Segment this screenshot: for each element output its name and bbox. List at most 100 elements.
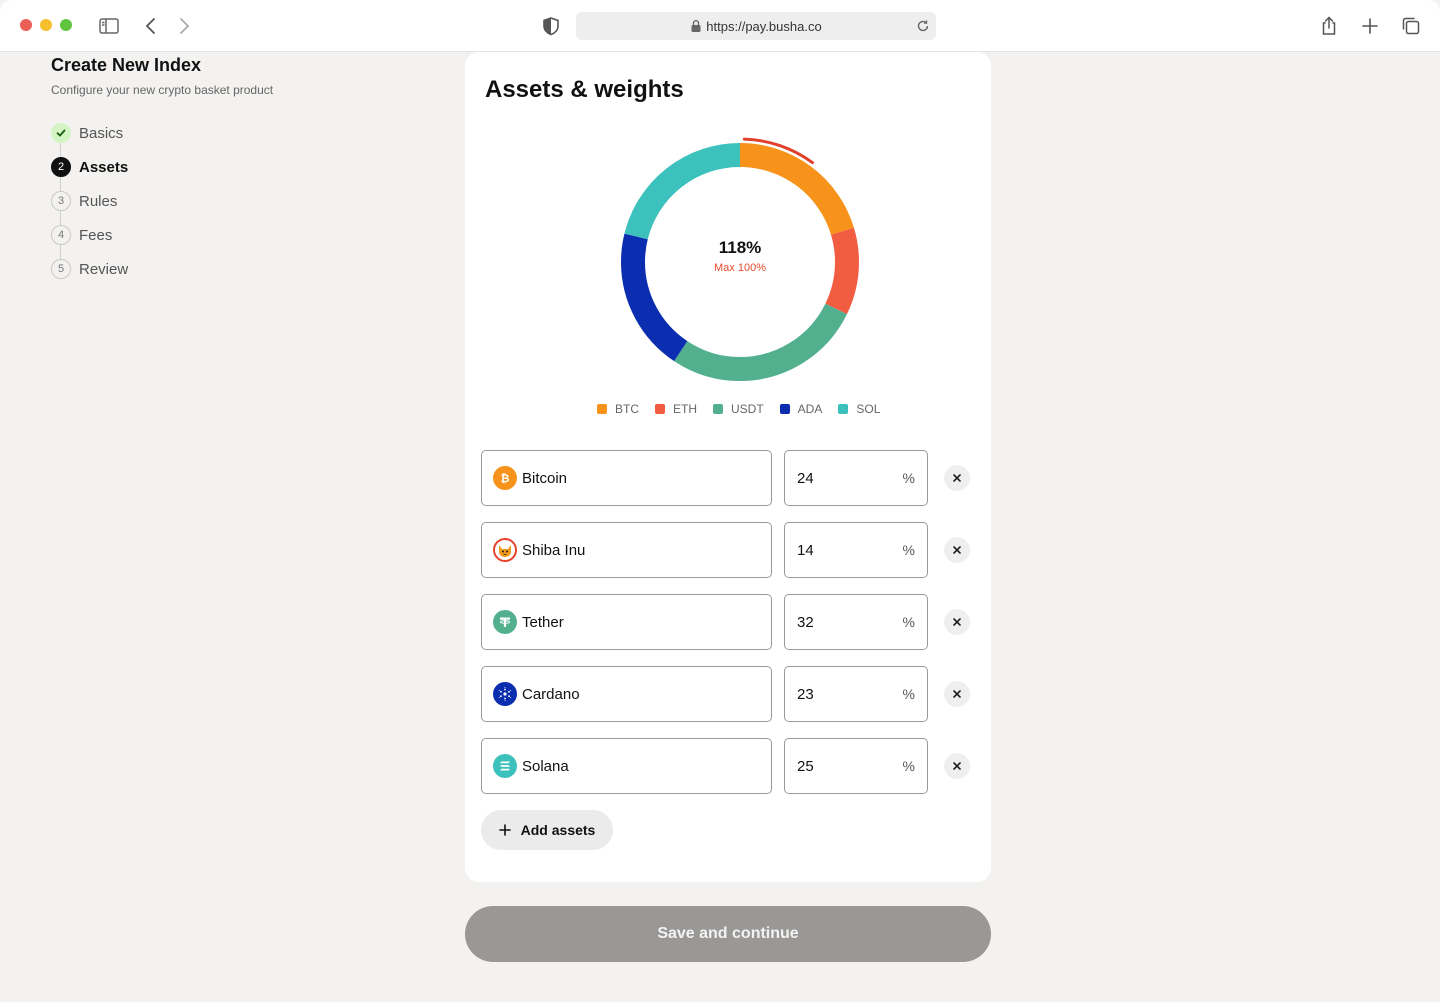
percent-unit: % [902,542,915,558]
asset-row: Cardano 23 % [481,666,975,722]
max-weight-label: Max 100% [714,262,766,274]
bitcoin-icon: ₿ [493,466,517,490]
legend-label: SOL [856,402,881,416]
page-title: Create New Index [51,55,202,75]
lock-icon [691,20,701,32]
reload-icon[interactable] [916,19,930,33]
step-label: Basics [79,124,124,142]
new-tab-icon[interactable] [1358,14,1382,38]
check-icon [51,123,71,143]
asset-select[interactable]: ₿ Bitcoin [481,450,772,506]
step-list: Basics 2 Assets 3 Rules 4 Fees 5 Review [51,116,381,286]
asset-row: ₿ Bitcoin 24 % [481,450,975,506]
asset-name: Tether [522,613,564,631]
close-icon [953,474,961,482]
close-icon [953,618,961,626]
browser-toolbar: https://pay.busha.co [0,0,1440,52]
weight-value: 32 [797,613,814,631]
save-and-continue-button[interactable]: Save and continue [465,906,991,962]
weight-value: 24 [797,469,814,487]
close-icon [953,762,961,770]
weight-input[interactable]: 25 % [784,738,928,794]
step-label: Assets [79,158,129,176]
add-assets-button[interactable]: Add assets [481,810,613,850]
card-title: Assets & weights [485,76,684,103]
weight-value: 25 [797,757,814,775]
tab-overview-icon[interactable] [1399,14,1423,38]
add-assets-label: Add assets [520,822,596,838]
url-text: https://pay.busha.co [706,18,822,34]
svg-text:₿: ₿ [501,472,510,485]
assets-card: Assets & weights 118% Max 100% BTC ETH U… [465,52,991,882]
legend-swatch [838,404,849,414]
step-label: Fees [79,226,113,244]
legend-swatch [713,404,723,414]
remove-asset-button[interactable] [944,681,970,707]
asset-name: Solana [522,757,569,775]
asset-select[interactable]: Cardano [481,666,772,722]
weight-input[interactable]: 32 % [784,594,928,650]
cardano-icon [493,682,517,706]
plus-icon [498,824,511,836]
remove-asset-button[interactable] [944,465,970,491]
percent-unit: % [902,614,915,630]
tether-icon [493,610,517,634]
close-icon [953,546,961,554]
asset-select[interactable]: Shiba Inu [481,522,772,578]
share-icon[interactable] [1317,14,1341,38]
step-rules[interactable]: 3 Rules [51,184,381,218]
remove-asset-button[interactable] [944,609,970,635]
privacy-shield-icon[interactable] [539,14,563,38]
asset-row: Tether 32 % [481,594,975,650]
asset-name: Cardano [522,685,580,703]
legend-swatch [655,404,665,414]
weight-input[interactable]: 24 % [784,450,928,506]
close-icon [953,690,961,698]
step-fees[interactable]: 4 Fees [51,218,381,252]
asset-row: Shiba Inu 14 % [481,522,975,578]
asset-row: Solana 25 % [481,738,975,794]
step-number: 2 [51,157,71,177]
asset-name: Shiba Inu [522,541,586,559]
step-number: 5 [51,259,71,279]
asset-select[interactable]: Tether [481,594,772,650]
shiba-inu-icon [493,538,517,562]
legend-swatch [597,404,607,414]
back-arrow-icon[interactable] [139,14,163,38]
maximize-window-button[interactable] [60,19,72,31]
weight-input[interactable]: 23 % [784,666,928,722]
minimize-window-button[interactable] [40,19,52,31]
asset-rows: ₿ Bitcoin 24 % Shiba Inu 14 % Tether 32 … [481,450,975,810]
legend-item: SOL [838,402,880,416]
percent-unit: % [902,470,915,486]
weight-value: 14 [797,541,814,559]
weight-input[interactable]: 14 % [784,522,928,578]
total-weight-label: 118% [718,238,762,257]
step-label: Review [79,260,129,278]
close-window-button[interactable] [20,19,32,31]
legend-item: ADA [779,402,822,416]
wizard-sidebar: Create New Index Configure your new cryp… [51,52,381,286]
percent-unit: % [902,686,915,702]
donut-center: 118% Max 100% [665,238,815,274]
asset-select[interactable]: Solana [481,738,772,794]
sidebar-toggle-icon[interactable] [97,14,121,38]
step-basics[interactable]: Basics [51,116,381,150]
address-bar[interactable]: https://pay.busha.co [576,12,936,40]
forward-arrow-icon[interactable] [172,14,196,38]
step-label: Rules [79,192,118,210]
step-number: 4 [51,225,71,245]
remove-asset-button[interactable] [944,537,970,563]
step-review[interactable]: 5 Review [51,252,381,286]
solana-icon [493,754,517,778]
remove-asset-button[interactable] [944,753,970,779]
weight-value: 23 [797,685,814,703]
legend-swatch [779,404,790,414]
step-number: 3 [51,191,71,211]
legend-item: BTC [597,402,639,416]
legend-item: ETH [655,402,697,416]
step-assets[interactable]: 2 Assets [51,150,381,184]
legend-label: ETH [673,402,697,416]
asset-name: Bitcoin [522,469,568,487]
legend-item: USDT [713,402,764,416]
